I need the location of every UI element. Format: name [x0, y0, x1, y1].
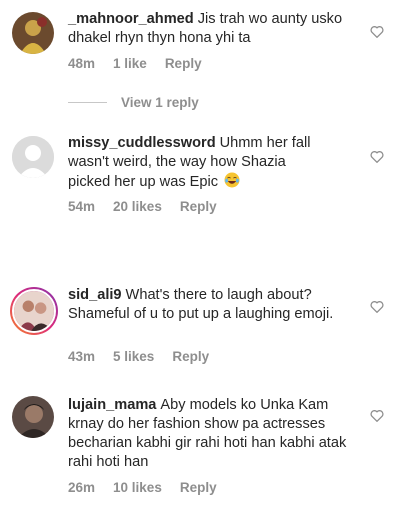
comment-username[interactable]: missy_cuddlessword: [68, 135, 216, 151]
heart-outline-icon[interactable]: [370, 25, 384, 38]
comment-username[interactable]: lujain_mama: [68, 397, 156, 413]
comment-timestamp: 43m: [68, 349, 96, 364]
view-replies-label: View 1 reply: [121, 95, 199, 110]
comment-timestamp: 48m: [68, 56, 96, 71]
reply-button[interactable]: Reply: [180, 480, 217, 495]
comment-meta: 43m 5 likes Reply: [68, 349, 209, 364]
comment-likes[interactable]: 20 likes: [113, 199, 162, 214]
avatar[interactable]: [12, 136, 54, 178]
laughing-emoji-icon: [224, 172, 240, 188]
heart-outline-icon[interactable]: [370, 409, 384, 422]
comment-text: sid_ali9 What's there to laugh about? Sha…: [68, 286, 340, 324]
comment-timestamp: 26m: [68, 480, 96, 495]
reply-button[interactable]: Reply: [165, 56, 202, 71]
avatar[interactable]: [10, 287, 58, 335]
comment-username[interactable]: sid_ali9: [68, 287, 122, 303]
comment-meta: 54m 20 likes Reply: [68, 199, 217, 214]
reply-button[interactable]: Reply: [172, 349, 209, 364]
comment-likes[interactable]: 5 likes: [113, 349, 154, 364]
comment-likes[interactable]: 10 likes: [113, 480, 162, 495]
avatar[interactable]: [12, 396, 54, 438]
comment-text: lujain_mama Aby models ko Unka Kam krnay …: [68, 396, 348, 472]
heart-outline-icon[interactable]: [370, 300, 384, 313]
view-replies-button[interactable]: View 1 reply: [68, 95, 199, 110]
divider-line: [68, 102, 107, 103]
comment-text: missy_cuddlessword Uhmm her fall wasn't w…: [68, 134, 328, 192]
avatar[interactable]: [12, 12, 54, 54]
comment-meta: 26m 10 likes Reply: [68, 480, 217, 495]
comment-text: _mahnoor_ahmed Jis trah wo aunty usko dha…: [68, 10, 348, 48]
reply-button[interactable]: Reply: [180, 199, 217, 214]
default-avatar-icon: [12, 136, 54, 178]
heart-outline-icon[interactable]: [370, 150, 384, 163]
comment-timestamp: 54m: [68, 199, 96, 214]
comment-likes[interactable]: 1 like: [113, 56, 147, 71]
comment-meta: 48m 1 like Reply: [68, 56, 202, 71]
comment-username[interactable]: _mahnoor_ahmed: [68, 11, 194, 27]
